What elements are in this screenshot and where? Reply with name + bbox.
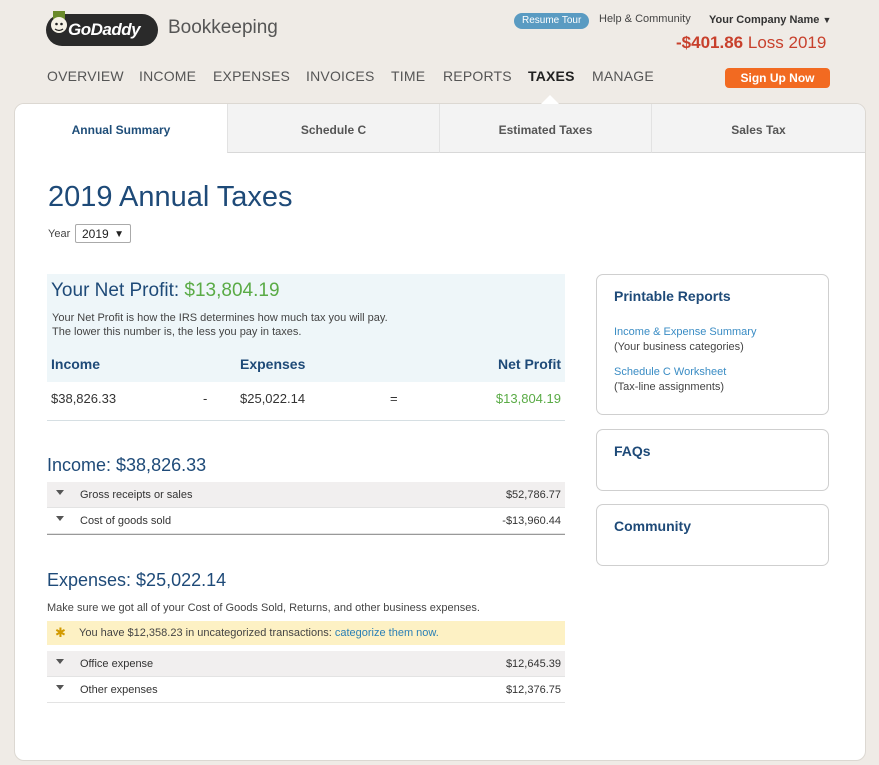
- expand-arrow-icon[interactable]: [56, 685, 64, 690]
- faqs-title: FAQs: [614, 443, 651, 459]
- row-label: Other expenses: [80, 684, 158, 696]
- net-profit-header: Net Profit: [498, 356, 561, 372]
- minus-sign: -: [203, 391, 208, 406]
- schedule-c-worksheet-link[interactable]: Schedule C Worksheet: [614, 366, 726, 378]
- nav-reports[interactable]: REPORTS: [443, 68, 512, 84]
- printable-reports-panel: Printable Reports Income & Expense Summa…: [596, 274, 829, 415]
- asterisk-icon: ✱: [55, 625, 66, 640]
- table-row[interactable]: Other expenses $12,376.75: [47, 677, 565, 703]
- income-section-title: Income: $38,826.33: [47, 455, 207, 475]
- row-label: Cost of goods sold: [80, 515, 172, 527]
- nav-manage[interactable]: MANAGE: [592, 68, 654, 84]
- logo-text: GoDaddy: [68, 20, 141, 39]
- faqs-panel[interactable]: FAQs: [596, 429, 829, 491]
- table-row[interactable]: Gross receipts or sales $52,786.77: [47, 482, 565, 508]
- active-nav-pointer: [541, 95, 559, 104]
- main-card: Annual Summary Schedule C Estimated Taxe…: [14, 103, 866, 761]
- product-name: Bookkeeping: [168, 17, 278, 38]
- income-expense-summary-desc: (Your business categories): [614, 341, 744, 353]
- tab-sales-tax[interactable]: Sales Tax: [651, 104, 865, 153]
- tab-estimated-taxes[interactable]: Estimated Taxes: [439, 104, 651, 153]
- nav-expenses[interactable]: EXPENSES: [213, 68, 290, 84]
- alert-message: You have $12,358.23 in uncategorized tra…: [79, 627, 332, 639]
- godaddy-logo[interactable]: GoDaddy: [46, 8, 158, 48]
- printable-reports-title: Printable Reports: [614, 288, 731, 304]
- net-profit-value: $13,804.19: [184, 280, 280, 301]
- nav-income[interactable]: INCOME: [139, 68, 196, 84]
- net-profit-row: [47, 382, 565, 420]
- loss-label: Loss 2019: [747, 33, 827, 52]
- loss-amount: -$401.86: [676, 33, 744, 52]
- net-profit-desc-line1: Your Net Profit is how the IRS determine…: [52, 312, 388, 324]
- year-select[interactable]: 2019 ▼: [75, 224, 131, 243]
- tab-annual-summary[interactable]: Annual Summary: [15, 104, 227, 153]
- row-amount: -$13,960.44: [502, 515, 561, 527]
- tax-tabs: Annual Summary Schedule C Estimated Taxe…: [15, 104, 865, 154]
- table-row[interactable]: Office expense $12,645.39: [47, 651, 565, 677]
- logo-mascot-icon: [51, 11, 67, 33]
- company-name: Your Company Name: [709, 14, 820, 26]
- expand-arrow-icon[interactable]: [56, 490, 64, 495]
- net-profit-title: Your Net Profit: $13,804.19: [51, 280, 280, 302]
- row-label: Office expense: [80, 658, 154, 670]
- nav-taxes[interactable]: TAXES: [528, 68, 575, 84]
- nav-invoices[interactable]: INVOICES: [306, 68, 375, 84]
- divider: [47, 534, 565, 535]
- row-amount: $52,786.77: [505, 489, 561, 501]
- categorize-link[interactable]: categorize them now.: [335, 627, 439, 639]
- nav-overview[interactable]: OVERVIEW: [47, 68, 124, 84]
- nav-time[interactable]: TIME: [391, 68, 425, 84]
- net-profit-panel: Your Net Profit: $13,804.19 Your Net Pro…: [47, 274, 565, 421]
- tab-schedule-c[interactable]: Schedule C: [227, 104, 439, 153]
- uncategorized-alert: ✱ You have $12,358.23 in uncategorized t…: [47, 621, 565, 645]
- net-profit-description: Your Net Profit is how the IRS determine…: [52, 311, 472, 339]
- expenses-note: Make sure we got all of your Cost of Goo…: [47, 602, 480, 614]
- expand-arrow-icon[interactable]: [56, 659, 64, 664]
- year-value: 2019: [82, 227, 109, 241]
- company-menu[interactable]: Your Company Name ▼: [709, 14, 831, 26]
- row-amount: $12,376.75: [505, 684, 561, 696]
- income-expense-summary-link[interactable]: Income & Expense Summary: [614, 326, 756, 338]
- expand-arrow-icon[interactable]: [56, 516, 64, 521]
- expenses-header: Expenses: [240, 356, 306, 372]
- page-title: 2019 Annual Taxes: [48, 181, 293, 213]
- resume-tour-button[interactable]: Resume Tour: [514, 13, 590, 29]
- income-total: $38,826.33: [51, 391, 117, 406]
- community-panel[interactable]: Community: [596, 504, 829, 566]
- alert-text: You have $12,358.23 in uncategorized tra…: [79, 627, 439, 639]
- row-label: Gross receipts or sales: [80, 489, 193, 501]
- table-row[interactable]: Cost of goods sold -$13,960.44: [47, 508, 565, 534]
- expenses-section-title: Expenses: $25,022.14: [47, 570, 227, 590]
- equals-sign: =: [390, 391, 398, 406]
- schedule-c-worksheet-desc: (Tax-line assignments): [614, 381, 725, 393]
- row-amount: $12,645.39: [505, 658, 561, 670]
- income-header: Income: [51, 356, 101, 372]
- net-profit-label: Your Net Profit:: [51, 280, 180, 301]
- caret-down-icon: ▼: [822, 15, 832, 25]
- net-profit-desc-line2: The lower this number is, the less you p…: [52, 326, 302, 338]
- help-community-link[interactable]: Help & Community: [599, 13, 691, 25]
- sign-up-button[interactable]: Sign Up Now: [725, 68, 830, 88]
- net-profit-total: $13,804.19: [495, 391, 561, 406]
- loss-summary: -$401.86 Loss 2019: [676, 33, 826, 53]
- dropdown-arrow-icon: ▼: [114, 229, 124, 240]
- community-title: Community: [614, 518, 691, 534]
- year-label: Year: [48, 228, 71, 240]
- expenses-total: $25,022.14: [240, 391, 306, 406]
